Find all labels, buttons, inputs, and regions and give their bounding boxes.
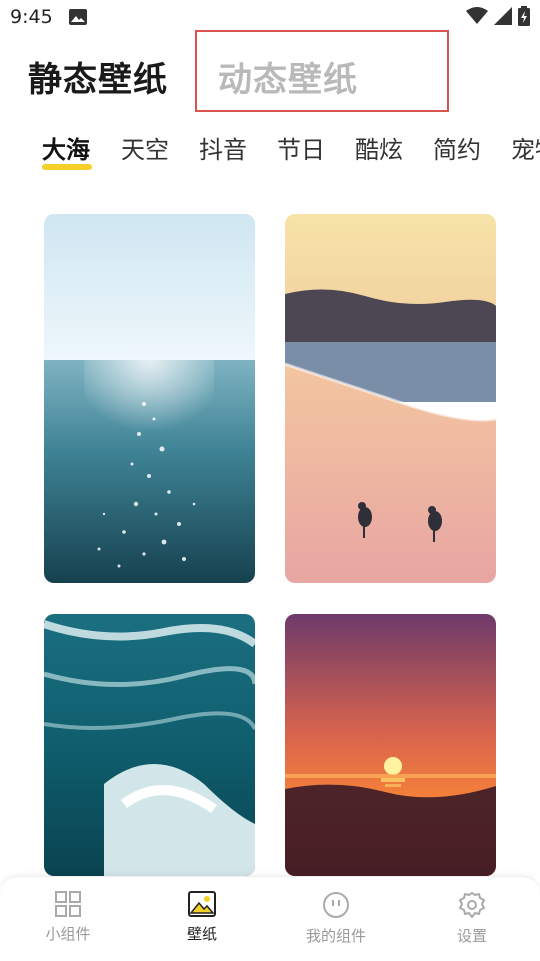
active-category-indicator — [42, 164, 92, 170]
wallpaper-image — [285, 214, 496, 583]
category-tab-sky[interactable]: 天空 — [121, 130, 169, 165]
wallpaper-image — [44, 214, 255, 583]
category-tab-sea[interactable]: 大海 — [42, 130, 90, 165]
nav-item-wallpaper[interactable]: 壁纸 — [152, 891, 252, 944]
settings-icon — [459, 892, 485, 918]
my-widgets-icon — [323, 892, 349, 918]
wallpaper-type-tabs: 静态壁纸 动态壁纸 — [0, 30, 540, 116]
battery-charging-icon — [518, 6, 530, 26]
tab-dynamic-wallpaper[interactable]: 动态壁纸 — [218, 52, 358, 101]
wallpaper-card-sunset[interactable] — [285, 614, 496, 876]
category-tabs: 大海 天空 抖音 节日 酷炫 简约 宠物 — [0, 126, 540, 176]
tab-static-wallpaper[interactable]: 静态壁纸 — [28, 52, 168, 101]
status-time: 9:45 — [10, 6, 53, 28]
wallpaper-icon — [188, 891, 216, 917]
widgets-icon — [55, 891, 81, 917]
photo-icon — [69, 9, 87, 25]
category-tab-cool[interactable]: 酷炫 — [355, 130, 403, 165]
signal-icon — [494, 7, 512, 25]
nav-label-settings: 设置 — [456, 927, 487, 945]
bottom-nav: 小组件 壁纸 我的组件 设置 — [0, 876, 540, 961]
nav-item-settings[interactable]: 设置 — [422, 891, 522, 946]
category-tab-pets[interactable]: 宠物 — [511, 130, 540, 165]
wallpaper-image — [44, 614, 255, 876]
nav-label-widgets: 小组件 — [45, 925, 91, 943]
wallpaper-card-ocean-waves[interactable] — [44, 614, 255, 876]
category-tab-holiday[interactable]: 节日 — [277, 130, 325, 165]
nav-label-my-widgets: 我的组件 — [305, 927, 366, 945]
wifi-icon — [466, 7, 488, 24]
nav-label-wallpaper: 壁纸 — [186, 925, 217, 943]
category-tab-simple[interactable]: 简约 — [433, 130, 481, 165]
wallpaper-image — [285, 614, 496, 876]
nav-item-my-widgets[interactable]: 我的组件 — [286, 891, 386, 946]
nav-item-widgets[interactable]: 小组件 — [18, 891, 118, 944]
status-icons — [466, 6, 530, 26]
category-tab-douyin[interactable]: 抖音 — [199, 130, 247, 165]
wallpaper-card-sea-sparkle[interactable] — [44, 214, 255, 583]
wallpaper-card-beach-seagulls[interactable] — [285, 214, 496, 583]
